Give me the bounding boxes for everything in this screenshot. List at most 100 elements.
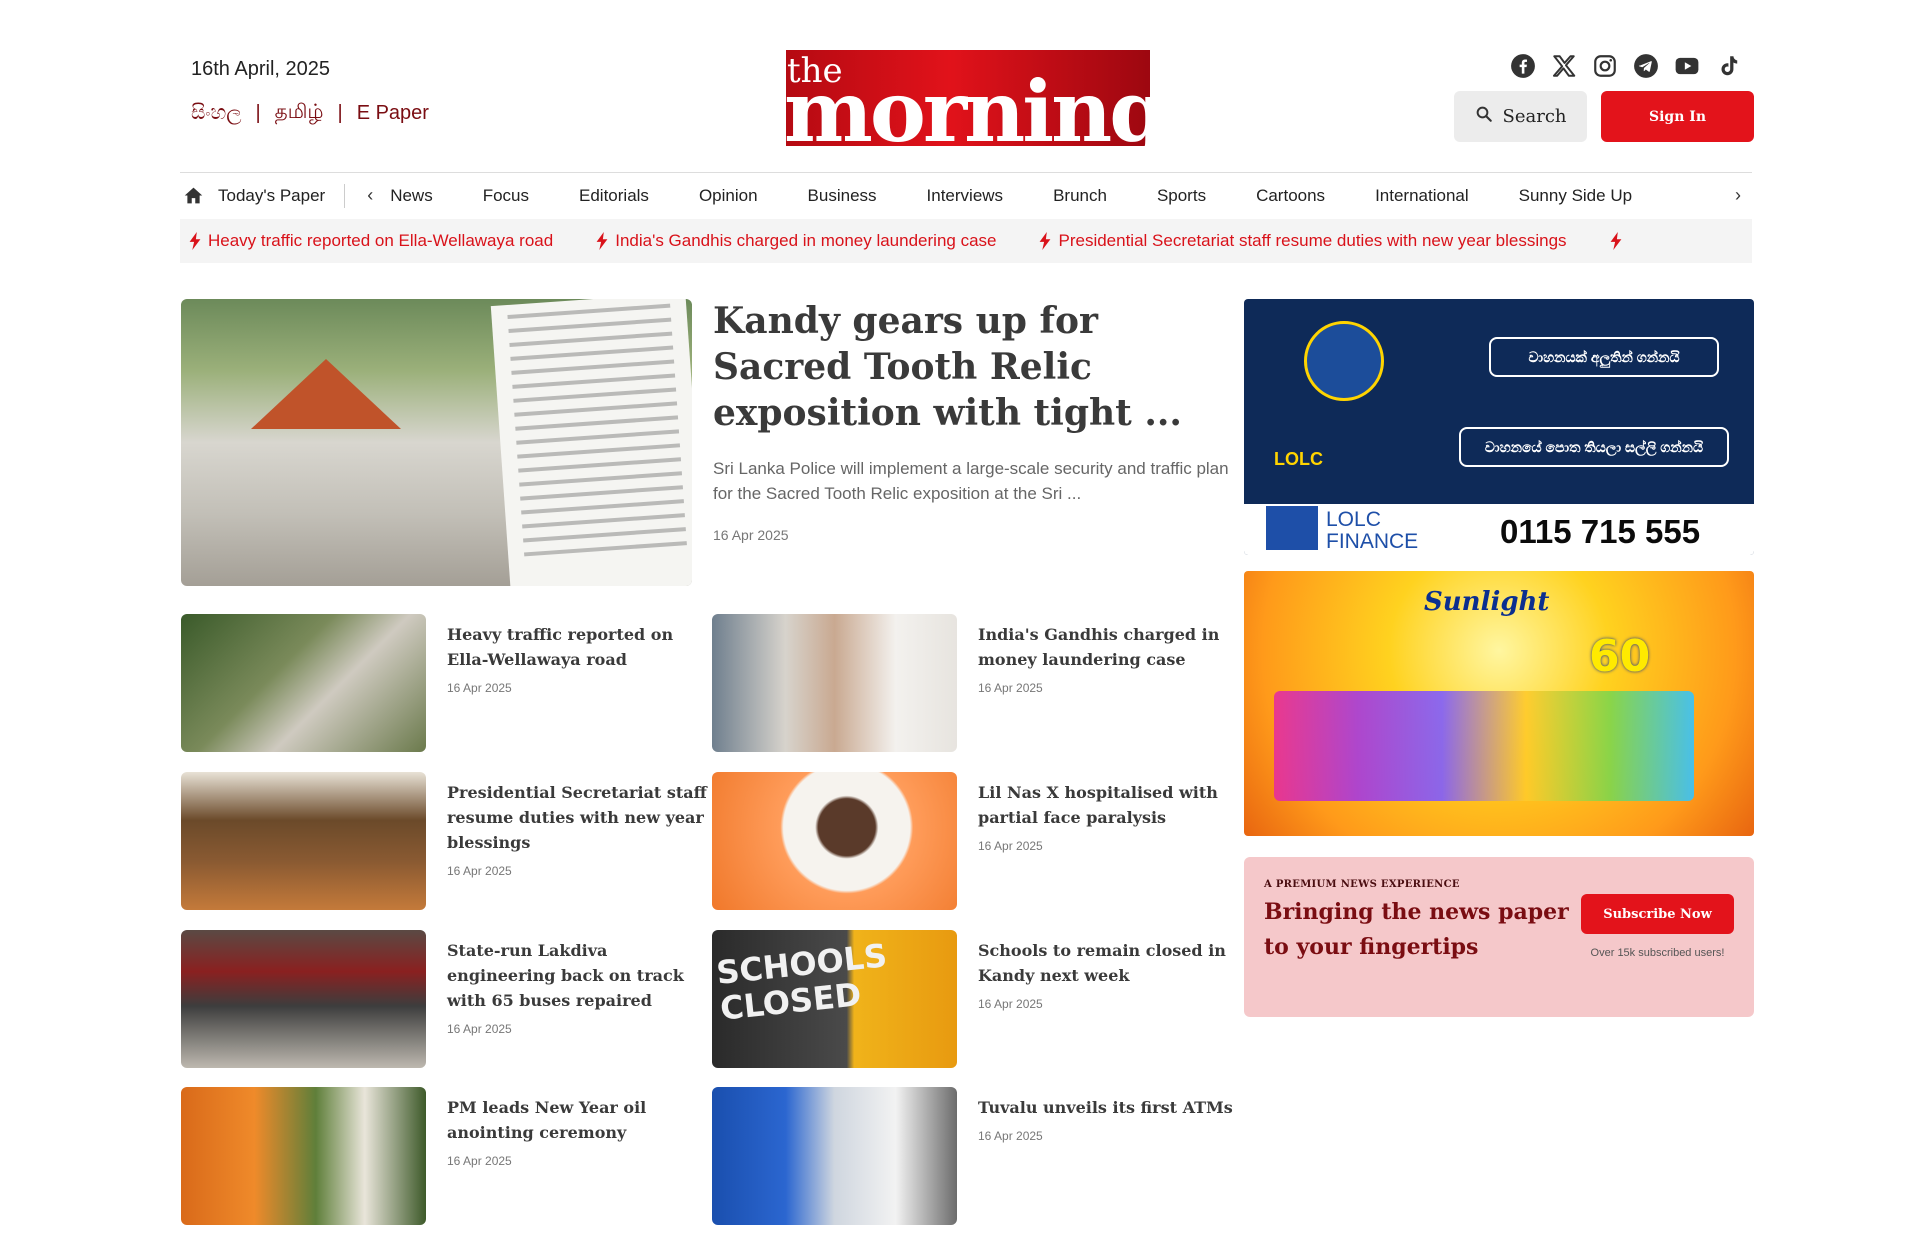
nav-item-news[interactable]: News xyxy=(390,186,433,206)
schools-closed-graphic: SCHOOLS CLOSED xyxy=(714,936,889,1028)
promo-note: Over 15k subscribed users! xyxy=(1590,947,1725,959)
article-date: 16 Apr 2025 xyxy=(978,681,1043,695)
nav-item-business[interactable]: Business xyxy=(808,186,877,206)
nav-item-sports[interactable]: Sports xyxy=(1157,186,1206,206)
tiktok-icon[interactable] xyxy=(1714,52,1741,79)
home-icon xyxy=(184,187,203,204)
ticker-text: Heavy traffic reported on Ella-Wellawaya… xyxy=(208,231,554,250)
article-card[interactable]: Lil Nas X hospitalised with partial face… xyxy=(712,772,1232,910)
lead-story-summary: Sri Lanka Police will implement a large-… xyxy=(713,459,1229,503)
article-title[interactable]: State-run Lakdiva engineering back on tr… xyxy=(447,938,707,1013)
article-card[interactable]: PM leads New Year oil anointing ceremony… xyxy=(181,1087,701,1225)
subscribe-promo: A PREMIUM NEWS EXPERIENCE Bringing the n… xyxy=(1244,857,1754,1017)
sign-in-button[interactable]: Sign In xyxy=(1601,91,1754,142)
ticker-item[interactable]: India's Gandhis charged in money launder… xyxy=(595,231,996,251)
search-button[interactable]: Search xyxy=(1454,91,1587,142)
article-date: 16 Apr 2025 xyxy=(447,1154,512,1168)
nav-items: News Focus Editorials Opinion Business I… xyxy=(390,185,1751,206)
police-document xyxy=(490,299,692,586)
search-label: Search xyxy=(1502,106,1567,127)
epaper-link[interactable]: E Paper xyxy=(357,102,429,125)
article-card[interactable]: India's Gandhis charged in money launder… xyxy=(712,614,1232,752)
lead-story-image[interactable] xyxy=(181,299,692,586)
article-thumbnail xyxy=(712,614,957,752)
nav-item-interviews[interactable]: Interviews xyxy=(927,186,1004,206)
article-card[interactable]: SCHOOLS CLOSED Schools to remain closed i… xyxy=(712,930,1232,1068)
nav-divider xyxy=(344,183,346,208)
todays-paper-label: Today's Paper xyxy=(218,185,326,205)
lolc-logo-icon xyxy=(1266,506,1318,550)
ad-sunlight-number: 60 xyxy=(1589,631,1651,682)
article-thumbnail xyxy=(181,614,426,752)
bolt-icon xyxy=(189,232,201,250)
article-title[interactable]: Heavy traffic reported on Ella-Wellawaya… xyxy=(447,622,707,672)
lang-separator: | xyxy=(337,102,343,124)
nav-item-sunny-side-up[interactable]: Sunny Side Up xyxy=(1519,186,1632,206)
article-thumbnail xyxy=(181,930,426,1068)
sunlight-ad[interactable]: Sunlight 60 xyxy=(1244,571,1754,836)
todays-paper-link[interactable]: Today's Paper xyxy=(180,185,325,206)
ad-pill-new-vehicle: වාහනයක් අලුතින් ගන්නයි xyxy=(1489,337,1719,377)
article-thumbnail: SCHOOLS CLOSED xyxy=(712,930,957,1068)
search-icon xyxy=(1475,105,1493,128)
article-title[interactable]: Lil Nas X hospitalised with partial face… xyxy=(978,780,1238,830)
nav-item-focus[interactable]: Focus xyxy=(483,186,529,206)
lang-link-sinhala[interactable]: සිංහල xyxy=(191,102,241,125)
ad-product-packs xyxy=(1274,691,1694,801)
page: 16th April, 2025 සිංහල | தமிழ் | E Paper… xyxy=(180,0,1754,1235)
article-title[interactable]: Tuvalu unveils its first ATMs xyxy=(978,1095,1238,1120)
lead-story-date: 16 Apr 2025 xyxy=(713,527,789,543)
article-date: 16 Apr 2025 xyxy=(447,681,512,695)
bolt-icon xyxy=(1040,232,1051,250)
x-icon[interactable] xyxy=(1550,52,1577,79)
instagram-icon[interactable] xyxy=(1591,52,1618,79)
article-date: 16 Apr 2025 xyxy=(447,1022,512,1036)
lead-story-title[interactable]: Kandy gears up for Sacred Tooth Relic ex… xyxy=(713,298,1213,436)
bolt-icon xyxy=(1610,232,1621,250)
chevron-left-icon[interactable]: ‹ xyxy=(362,185,378,206)
article-card[interactable]: State-run Lakdiva engineering back on tr… xyxy=(181,930,701,1068)
ticker-item[interactable] xyxy=(1609,232,1623,250)
article-title[interactable]: Presidential Secretariat staff resume du… xyxy=(447,780,707,855)
article-thumbnail xyxy=(181,772,426,910)
ad-phone: 0115 715 555 xyxy=(1500,513,1701,550)
ad-sunlight-title: Sunlight xyxy=(1424,587,1550,617)
nav-item-editorials[interactable]: Editorials xyxy=(579,186,649,206)
ticker-item[interactable]: Presidential Secretariat staff resume du… xyxy=(1038,231,1567,251)
article-date: 16 Apr 2025 xyxy=(447,864,512,878)
site-logo[interactable]: the morning xyxy=(786,50,1150,146)
article-card[interactable]: Heavy traffic reported on Ella-Wellawaya… xyxy=(181,614,701,752)
lolc-finance-ad[interactable]: වාහනයක් අලුතින් ගන්නයි වාහනයේ පොත තියලා … xyxy=(1244,299,1754,555)
chevron-right-icon[interactable]: › xyxy=(1730,185,1746,206)
bolt-icon xyxy=(596,232,608,250)
ad-pill-cash: වාහනයේ පොත තියලා සල්ලි ගන්නයි xyxy=(1459,427,1729,467)
breaking-ticker: Heavy traffic reported on Ella-Wellawaya… xyxy=(180,219,1752,263)
nav-item-international[interactable]: International xyxy=(1375,186,1469,206)
lang-link-tamil[interactable]: தமிழ் xyxy=(275,101,324,126)
ad-lolc-brand: LOLC xyxy=(1274,449,1323,469)
subscribe-button[interactable]: Subscribe Now xyxy=(1581,894,1734,934)
nav-item-brunch[interactable]: Brunch xyxy=(1053,186,1107,206)
promo-headline: Bringing the news paper to your fingerti… xyxy=(1264,899,1569,960)
telegram-icon[interactable] xyxy=(1632,52,1659,79)
article-date: 16 Apr 2025 xyxy=(978,997,1043,1011)
article-date: 16 Apr 2025 xyxy=(978,839,1043,853)
ticker-text: Presidential Secretariat staff resume du… xyxy=(1058,231,1567,250)
nav-item-opinion[interactable]: Opinion xyxy=(699,186,758,206)
facebook-icon[interactable] xyxy=(1509,52,1536,79)
ad-brand-name: LOLC FINANCE xyxy=(1326,508,1419,553)
lang-separator: | xyxy=(255,102,261,124)
youtube-icon[interactable] xyxy=(1673,52,1700,79)
article-card[interactable]: Presidential Secretariat staff resume du… xyxy=(181,772,707,910)
promo-kicker: A PREMIUM NEWS EXPERIENCE xyxy=(1264,879,1460,890)
article-card[interactable]: Tuvalu unveils its first ATMs 16 Apr 202… xyxy=(712,1087,1233,1225)
article-title[interactable]: PM leads New Year oil anointing ceremony xyxy=(447,1095,707,1145)
article-title[interactable]: India's Gandhis charged in money launder… xyxy=(978,622,1238,672)
article-thumbnail xyxy=(181,1087,426,1225)
social-links xyxy=(1509,52,1741,79)
ad-badge xyxy=(1304,321,1384,401)
nav-item-cartoons[interactable]: Cartoons xyxy=(1256,186,1325,206)
ticker-item[interactable]: Heavy traffic reported on Ella-Wellawaya… xyxy=(188,231,553,251)
article-title[interactable]: Schools to remain closed in Kandy next w… xyxy=(978,938,1238,988)
article-date: 16 Apr 2025 xyxy=(978,1129,1043,1143)
